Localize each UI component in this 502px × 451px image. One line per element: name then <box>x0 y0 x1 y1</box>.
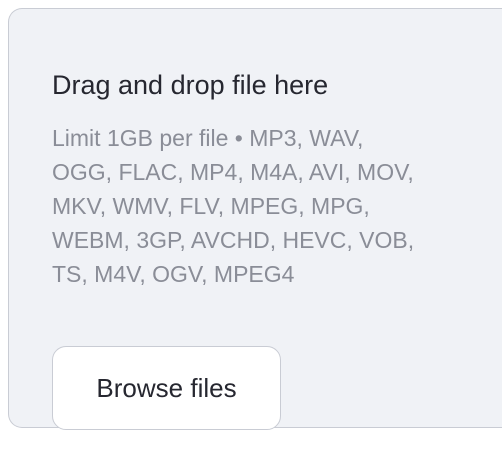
browse-files-button[interactable]: Browse files <box>52 346 281 430</box>
file-limit-line: WEBM, 3GP, AVCHD, HEVC, VOB, <box>52 227 415 253</box>
file-limit-line: Limit 1GB per file • MP3, WAV, <box>52 125 364 151</box>
dropzone-title: Drag and drop file here <box>52 70 329 100</box>
file-limit-line: TS, M4V, OGV, MPEG4 <box>52 261 295 287</box>
file-limit-line: MKV, WMV, FLV, MPEG, MPG, <box>52 193 370 219</box>
file-limit-line: OGG, FLAC, MP4, M4A, AVI, MOV, <box>52 159 414 185</box>
file-dropzone[interactable]: Drag and drop file here Limit 1GB per fi… <box>8 8 502 430</box>
file-limit-text: Limit 1GB per file • MP3, WAV, OGG, FLAC… <box>52 121 492 291</box>
page: Drag and drop file here Limit 1GB per fi… <box>0 0 502 451</box>
